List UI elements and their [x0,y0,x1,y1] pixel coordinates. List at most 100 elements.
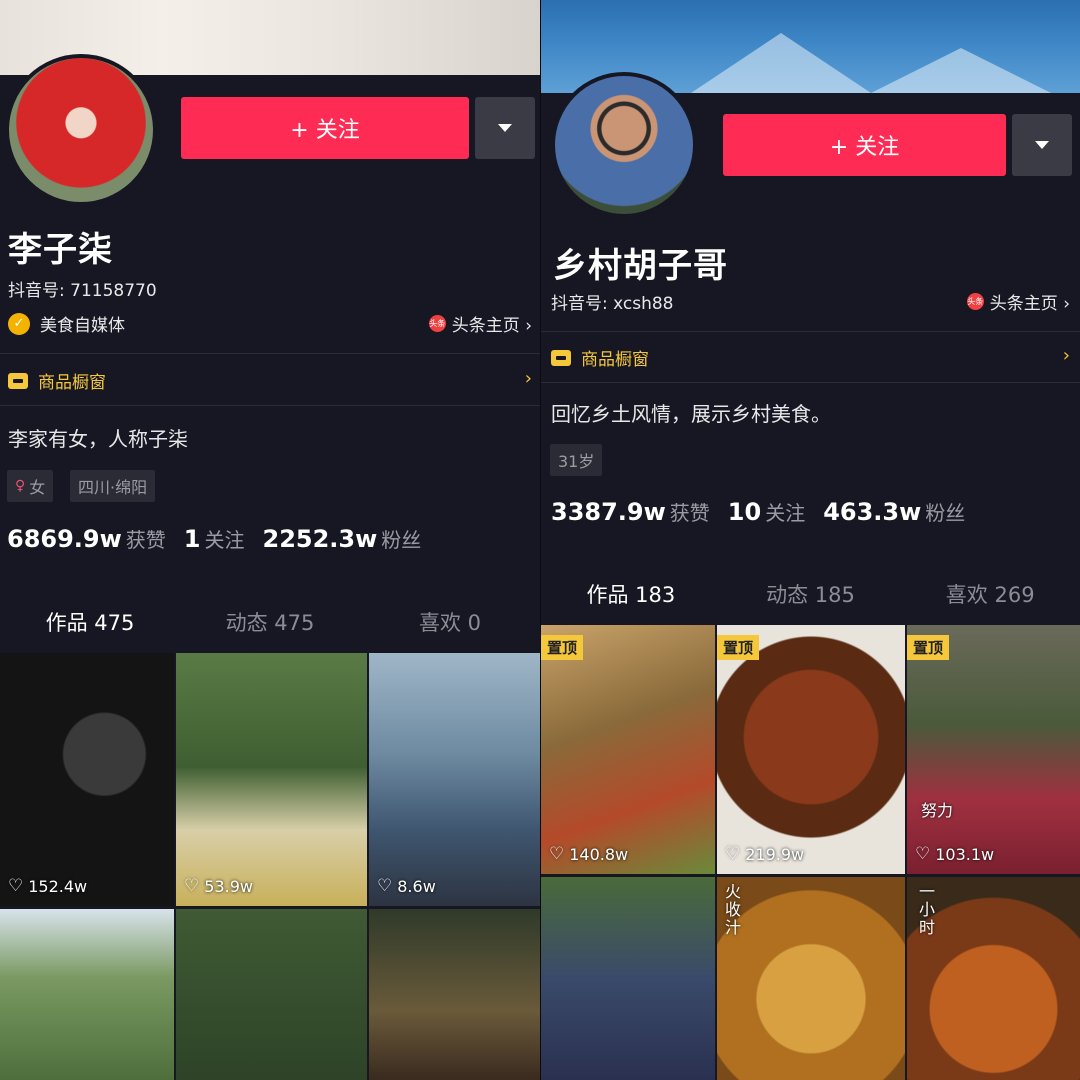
video-thumbnail[interactable]: ♡ 152.4w [0,653,174,906]
stat-followers[interactable]: 2252.3w 粉丝 [263,524,422,553]
profile-name: 乡村胡子哥 [553,246,728,286]
more-dropdown-button[interactable] [1012,114,1072,176]
video-thumbnail[interactable]: ♡ 53.9w [176,653,367,906]
shop-label: 商品橱窗 [581,350,649,370]
shop-window-link[interactable]: 商品橱窗 [8,368,106,393]
stat-num: 463.3w [823,498,922,526]
content-tabs: 作品 183 动态 185 喜欢 269 [541,579,1080,629]
video-thumbnail[interactable]: ♡ 8.6w [369,653,540,906]
stat-num: 10 [727,498,762,526]
video-caption: 火收汁 [725,882,742,937]
follow-button[interactable]: + 关注 [723,114,1006,176]
bio-text: 回忆乡土风情，展示乡村美食。 [551,402,831,426]
shop-window-link[interactable]: 商品橱窗 [551,345,649,370]
tab-likes[interactable]: 喜欢 0 [360,607,540,637]
video-thumbnail[interactable]: 置顶 ♡ 219.9w [717,625,905,874]
certification-badge: ✓ 美食自媒体 [8,311,125,336]
shop-icon [8,372,28,389]
divider [541,331,1080,332]
video-thumbnail[interactable] [0,909,174,1080]
tab-works[interactable]: 作品 183 [541,579,721,629]
like-count-value: 140.8w [569,844,629,864]
stat-followers[interactable]: 463.3w 粉丝 [823,497,965,526]
video-thumbnail[interactable]: 置顶 努力 ♡ 103.1w [907,625,1080,874]
toutiao-link[interactable]: 头条 头条主页 › [428,311,532,336]
female-icon: ♀ [15,478,26,494]
like-count-value: 219.9w [745,844,805,864]
tab-activity[interactable]: 动态 475 [180,607,360,637]
stat-likes[interactable]: 6869.9w 获赞 [7,524,166,553]
douyin-id: 抖音号: 71158770 [8,281,157,301]
follow-label: + 关注 [290,118,360,143]
video-thumbnail[interactable]: 置顶 ♡ 140.8w [541,625,715,874]
video-thumbnail[interactable]: 一小时 [907,877,1080,1080]
like-count: ♡ 103.1w [915,844,994,864]
toutiao-label: 头条主页 › [989,294,1070,314]
stat-num: 3387.9w [551,498,666,526]
verified-check-icon: ✓ [8,312,30,335]
like-count: ♡ 140.8w [549,844,628,864]
stat-label: 粉丝 [925,501,966,525]
avatar[interactable] [5,54,157,206]
like-count-value: 53.9w [204,876,253,896]
location-tag: 四川·绵阳 [70,470,156,502]
pinned-badge: 置顶 [541,635,584,660]
video-caption: 一小时 [919,882,936,937]
tab-likes[interactable]: 喜欢 269 [900,579,1080,609]
content-tabs: 作品 475 动态 475 喜欢 0 [0,607,540,657]
douyin-id: 抖音号: xcsh88 [551,294,674,314]
toutiao-label: 头条主页 › [451,316,532,336]
age-label: 31岁 [558,452,595,471]
stat-label: 关注 [204,528,245,552]
like-count-value: 8.6w [397,876,436,896]
shop-label: 商品橱窗 [38,373,106,393]
chevron-right-icon[interactable]: › [525,368,532,389]
stat-label: 关注 [765,501,806,525]
profile-name: 李子柒 [8,230,113,270]
video-thumbnail[interactable] [369,909,540,1080]
profile-panel-right: + 关注 乡村胡子哥 抖音号: xcsh88 头条 头条主页 › 商品橱窗 › … [541,0,1080,1080]
age-tag: 31岁 [550,444,603,476]
like-count: ♡ 8.6w [377,876,436,896]
tab-activity[interactable]: 动态 185 [721,579,901,609]
like-count: ♡ 219.9w [725,844,804,864]
pinned-badge: 置顶 [717,635,760,660]
divider [541,382,1080,383]
stats-row: 3387.9w 获赞 10 关注 463.3w 粉丝 [551,497,965,526]
bio-text: 李家有女，人称子柒 [8,427,188,451]
heart-icon: ♡ [377,876,393,896]
divider [0,405,540,406]
stat-following[interactable]: 1 关注 [184,524,245,553]
tab-works[interactable]: 作品 475 [0,607,180,657]
stat-likes[interactable]: 3387.9w 获赞 [551,497,710,526]
gender-tag: ♀ 女 [7,470,54,502]
follow-button[interactable]: + 关注 [181,97,469,159]
heart-icon: ♡ [725,844,741,864]
heart-icon: ♡ [8,876,24,896]
video-thumbnail[interactable] [541,877,715,1080]
stat-num: 1 [183,525,201,553]
stat-num: 2252.3w [262,525,378,553]
video-thumbnail[interactable]: 火收汁 [717,877,905,1080]
divider [0,353,540,354]
stat-label: 获赞 [669,501,710,525]
chevron-down-icon [1035,141,1049,149]
like-count-value: 152.4w [28,876,88,896]
stat-following[interactable]: 10 关注 [728,497,805,526]
avatar[interactable] [551,72,697,218]
stat-num: 6869.9w [7,525,122,553]
like-count: ♡ 53.9w [184,876,253,896]
shop-icon [551,349,571,366]
stat-label: 粉丝 [381,528,422,552]
gender-label: 女 [29,478,46,497]
pinned-badge: 置顶 [907,635,950,660]
like-count: ♡ 152.4w [8,876,87,896]
toutiao-icon: 头条 [966,293,984,310]
more-dropdown-button[interactable] [475,97,535,159]
toutiao-link[interactable]: 头条 头条主页 › [966,289,1070,314]
like-count-value: 103.1w [935,844,995,864]
profile-panel-left: + 关注 李子柒 抖音号: 71158770 ✓ 美食自媒体 头条 头条主页 ›… [0,0,540,1080]
heart-icon: ♡ [184,876,200,896]
chevron-right-icon[interactable]: › [1063,345,1070,366]
video-thumbnail[interactable] [176,909,367,1080]
